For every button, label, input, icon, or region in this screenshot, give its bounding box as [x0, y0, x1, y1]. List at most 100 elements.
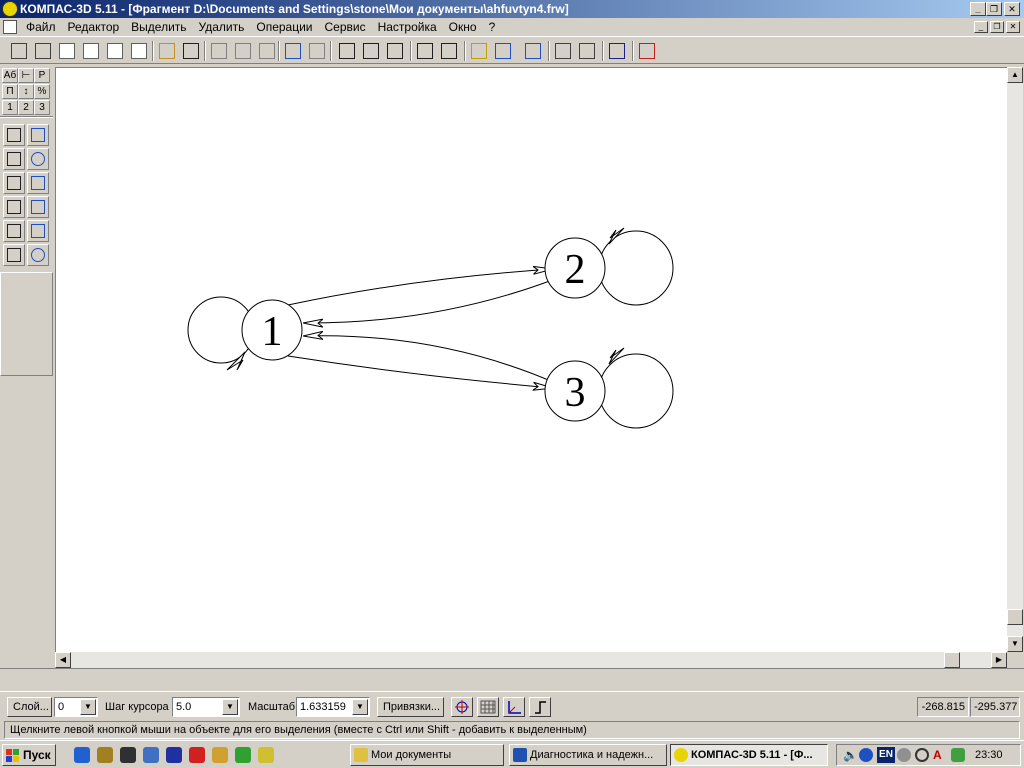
new-doc-button[interactable]	[80, 40, 102, 62]
palette-tab-1-0[interactable]: П	[2, 84, 18, 99]
language-indicator[interactable]: EN	[877, 747, 895, 763]
edit-button[interactable]	[468, 40, 490, 62]
menu-item-8[interactable]: ?	[483, 20, 502, 34]
taskbar-task-2[interactable]: КОМПАС-3D 5.11 - [Ф...	[670, 744, 828, 766]
diameter-tool-button[interactable]	[27, 148, 49, 170]
cd-icon[interactable]	[915, 748, 929, 762]
palette-tab-1-1[interactable]: ↕	[18, 84, 34, 99]
text-tool-button[interactable]	[3, 124, 25, 146]
menu-item-2[interactable]: Выделить	[125, 20, 192, 34]
kompas-app-icon[interactable]	[2, 1, 18, 17]
winamp-icon[interactable]	[235, 747, 251, 763]
palette-tab-2-2[interactable]: 3	[34, 100, 50, 115]
local-cs-button[interactable]	[503, 697, 525, 717]
new-detail-button[interactable]	[32, 40, 54, 62]
datum-tool-button[interactable]	[27, 196, 49, 218]
layer-dropdown-arrow[interactable]: ▼	[80, 699, 96, 715]
opera-icon[interactable]	[189, 747, 205, 763]
menu-item-0[interactable]: Файл	[20, 20, 62, 34]
taskbar-task-0[interactable]: Мои документы	[350, 744, 504, 766]
menu-item-1[interactable]: Редактор	[62, 20, 126, 34]
scroll-right-button[interactable]: ▶	[991, 652, 1007, 668]
vertical-scroll-thumb[interactable]	[1007, 609, 1023, 625]
palette-tab-0-2[interactable]: Р	[34, 68, 50, 83]
menu-item-5[interactable]: Сервис	[319, 20, 372, 34]
minimize-button[interactable]: _	[970, 2, 986, 16]
scroll-left-button[interactable]: ◀	[55, 652, 71, 668]
center-mark-tool-button[interactable]	[27, 244, 49, 266]
view-button[interactable]	[492, 40, 514, 62]
properties-button[interactable]	[522, 40, 544, 62]
acrobat-icon[interactable]: A	[933, 747, 947, 763]
save-button[interactable]	[180, 40, 202, 62]
scroll-down-button[interactable]: ▼	[1007, 636, 1023, 652]
outlook-icon[interactable]	[97, 747, 113, 763]
grid-toggle-button[interactable]	[477, 697, 499, 717]
horizontal-scroll-thumb[interactable]	[944, 652, 960, 668]
taskbar-task-1[interactable]: Диагностика и надежн...	[509, 744, 667, 766]
acrobat-icon[interactable]	[120, 747, 136, 763]
menu-item-4[interactable]: Операции	[250, 20, 318, 34]
copy-button[interactable]	[232, 40, 254, 62]
horizontal-scrollbar[interactable]: ◀ ▶	[55, 652, 1007, 668]
paste-button[interactable]	[256, 40, 278, 62]
palette-tab-1-2[interactable]: %	[34, 84, 50, 99]
ortho-mode-button[interactable]	[529, 697, 551, 717]
print-button[interactable]	[576, 40, 598, 62]
table-tool-button[interactable]	[27, 124, 49, 146]
open-button[interactable]	[156, 40, 178, 62]
paint-icon[interactable]	[212, 747, 228, 763]
palette-tab-2-1[interactable]: 2	[18, 100, 34, 115]
dimension-tool-button[interactable]	[3, 148, 25, 170]
start-button[interactable]: Пуск	[2, 744, 56, 766]
zoom-all-button[interactable]	[438, 40, 460, 62]
explorer-icon[interactable]	[143, 747, 159, 763]
drawing-canvas[interactable]: 1 2 3	[55, 67, 1007, 652]
new-spec-button[interactable]	[104, 40, 126, 62]
new-fragment-button[interactable]	[8, 40, 30, 62]
antivirus-icon[interactable]	[951, 748, 965, 762]
new-text-button[interactable]	[128, 40, 150, 62]
vertical-scrollbar[interactable]: ▲ ▼	[1007, 67, 1023, 652]
menu-item-6[interactable]: Настройка	[372, 20, 443, 34]
roughness-tool-button[interactable]	[3, 196, 25, 218]
step-select[interactable]: 5.0 ▼	[172, 697, 240, 717]
doc-restore-button[interactable]: ❐	[990, 21, 1004, 33]
scroll-up-button[interactable]: ▲	[1007, 67, 1023, 83]
scale-dropdown-arrow[interactable]: ▼	[352, 699, 368, 715]
ie-icon[interactable]	[74, 747, 90, 763]
snaps-button[interactable]: Привязки...	[377, 697, 444, 717]
layer-button[interactable]: Слой...	[7, 697, 52, 717]
undo-button[interactable]	[282, 40, 304, 62]
pan-button[interactable]	[414, 40, 436, 62]
menu-item-7[interactable]: Окно	[443, 20, 483, 34]
document-icon[interactable]	[3, 20, 17, 34]
arc-dimension-tool-button[interactable]	[3, 172, 25, 194]
new-sheet-button[interactable]	[56, 40, 78, 62]
palette-tab-0-0[interactable]: Аб	[2, 68, 18, 83]
print-preview-button[interactable]	[552, 40, 574, 62]
exit-button[interactable]	[636, 40, 658, 62]
leader-tool-button[interactable]	[3, 220, 25, 242]
scale-select[interactable]: 1.633159 ▼	[296, 697, 370, 717]
step-dropdown-arrow[interactable]: ▼	[222, 699, 238, 715]
palette-tab-0-1[interactable]: ⊢	[18, 68, 34, 83]
volume-icon[interactable]: 🔈	[843, 748, 858, 762]
marking-tool-button[interactable]	[3, 244, 25, 266]
zoom-window-button[interactable]	[336, 40, 358, 62]
doc-close-button[interactable]: ✕	[1006, 21, 1020, 33]
save-disk-icon[interactable]	[166, 747, 182, 763]
disk-icon[interactable]	[897, 748, 911, 762]
maximize-button[interactable]: ❐	[986, 2, 1002, 16]
cut-button[interactable]	[208, 40, 230, 62]
zoom-in-button[interactable]	[360, 40, 382, 62]
layer-select[interactable]: 0 ▼	[54, 697, 98, 717]
palette-tab-2-0[interactable]: 1	[2, 100, 18, 115]
redo-button[interactable]	[306, 40, 328, 62]
menu-item-3[interactable]: Удалить	[193, 20, 251, 34]
snap-settings-button[interactable]	[451, 697, 473, 717]
help-button[interactable]	[606, 40, 628, 62]
angle-tool-button[interactable]	[27, 172, 49, 194]
network-icon[interactable]	[859, 748, 873, 762]
zoom-out-button[interactable]	[384, 40, 406, 62]
